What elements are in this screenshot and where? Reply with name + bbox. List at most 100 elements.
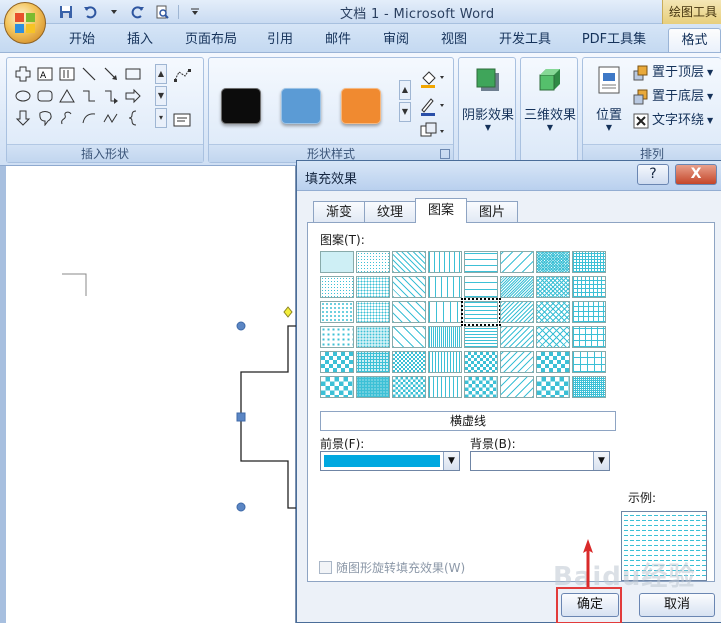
wave-shape-icon[interactable]: [101, 108, 121, 128]
pattern-swatch[interactable]: [500, 251, 534, 273]
pattern-swatch[interactable]: [500, 351, 534, 373]
pattern-swatch[interactable]: [572, 376, 606, 398]
document-page[interactable]: [6, 166, 296, 623]
pattern-swatch[interactable]: [356, 301, 390, 323]
pattern-swatch[interactable]: [572, 351, 606, 373]
shadow-effect-button[interactable]: 阴影效果 ▼: [461, 66, 515, 132]
pattern-swatch[interactable]: [320, 326, 354, 348]
gallery-down-icon[interactable]: ▼: [155, 86, 167, 106]
tab-page-layout[interactable]: 页面布局: [178, 28, 244, 52]
pattern-swatch[interactable]: [428, 276, 462, 298]
pattern-swatch[interactable]: [536, 376, 570, 398]
pattern-swatch[interactable]: [392, 301, 426, 323]
tab-references[interactable]: 引用: [258, 28, 302, 52]
down-arrow-shape-icon[interactable]: [13, 108, 33, 128]
elbow-arrow-connector-icon[interactable]: [101, 86, 121, 106]
brace-shape-icon[interactable]: [123, 108, 143, 128]
tab-pdf-tools[interactable]: PDF工具集: [574, 28, 654, 52]
cross-shape-icon[interactable]: [13, 64, 33, 84]
office-button[interactable]: [4, 2, 46, 44]
pattern-swatch[interactable]: [536, 326, 570, 348]
pattern-swatch[interactable]: [500, 326, 534, 348]
pattern-swatch[interactable]: [572, 251, 606, 273]
tab-home[interactable]: 开始: [60, 28, 104, 52]
rounded-rect-shape-icon[interactable]: [35, 86, 55, 106]
pattern-swatch[interactable]: [356, 351, 390, 373]
edit-shape-icon[interactable]: [173, 68, 193, 89]
pattern-swatch[interactable]: [461, 298, 501, 326]
pattern-swatch[interactable]: [428, 326, 462, 348]
shape-styles-launcher-icon[interactable]: [440, 149, 450, 159]
pattern-swatch[interactable]: [392, 326, 426, 348]
pattern-swatch[interactable]: [356, 326, 390, 348]
position-button[interactable]: 位置 ▼: [587, 66, 631, 132]
shape-style-black[interactable]: [221, 88, 261, 124]
pattern-swatch[interactable]: [320, 251, 354, 273]
rotate-with-shape-option[interactable]: 随图形旋转填充效果(W): [319, 559, 465, 576]
text-wrap-button[interactable]: 文字环绕 ▼: [633, 110, 713, 132]
pattern-swatch[interactable]: [572, 326, 606, 348]
pattern-swatch[interactable]: [464, 351, 498, 373]
rectangle-shape-icon[interactable]: [123, 64, 143, 84]
pattern-swatch[interactable]: [392, 251, 426, 273]
undo-dropdown-icon[interactable]: [104, 3, 124, 21]
pattern-swatch[interactable]: [500, 376, 534, 398]
foreground-color-select[interactable]: ▼: [320, 451, 460, 471]
tab-picture[interactable]: 图片: [466, 201, 519, 223]
arc-shape-icon[interactable]: [79, 108, 99, 128]
textbox-shape-icon[interactable]: A: [35, 64, 55, 84]
tab-review[interactable]: 审阅: [374, 28, 418, 52]
pattern-swatch[interactable]: [464, 276, 498, 298]
shape-fill-icon[interactable]: [419, 68, 445, 91]
redo-icon[interactable]: [128, 3, 148, 21]
tab-view[interactable]: 视图: [432, 28, 476, 52]
pattern-swatch[interactable]: [392, 276, 426, 298]
pattern-swatch[interactable]: [320, 301, 354, 323]
style-gallery-down-icon[interactable]: ▼: [399, 102, 411, 122]
pattern-swatch[interactable]: [536, 351, 570, 373]
elbow-connector-icon[interactable]: [79, 86, 99, 106]
tab-texture[interactable]: 纹理: [364, 201, 417, 223]
pattern-swatch[interactable]: [356, 251, 390, 273]
pattern-swatch[interactable]: [572, 301, 606, 323]
pattern-swatch[interactable]: [536, 251, 570, 273]
right-arrow-shape-icon[interactable]: [123, 86, 143, 106]
pattern-swatch[interactable]: [428, 301, 462, 323]
change-shape-icon[interactable]: [419, 122, 445, 143]
line-shape-icon[interactable]: [79, 64, 99, 84]
pattern-swatch[interactable]: [500, 301, 534, 323]
pattern-swatch[interactable]: [356, 376, 390, 398]
pattern-swatch[interactable]: [320, 351, 354, 373]
shape-outline-icon[interactable]: [419, 96, 445, 119]
cancel-button[interactable]: 取消: [639, 593, 715, 617]
tab-insert[interactable]: 插入: [118, 28, 162, 52]
gallery-more-icon[interactable]: ▾: [155, 108, 167, 128]
pattern-swatch[interactable]: [536, 276, 570, 298]
undo-icon[interactable]: [80, 3, 100, 21]
dialog-close-button[interactable]: X: [675, 164, 717, 185]
pattern-swatch[interactable]: [320, 276, 354, 298]
pattern-swatch[interactable]: [572, 276, 606, 298]
freeform-shape-icon[interactable]: [57, 108, 77, 128]
pattern-swatch[interactable]: [392, 376, 426, 398]
vertical-textbox-icon[interactable]: [57, 64, 77, 84]
bring-to-front-button[interactable]: 置于顶层 ▼: [633, 62, 713, 84]
pattern-swatch[interactable]: [356, 276, 390, 298]
tab-mailings[interactable]: 邮件: [316, 28, 360, 52]
send-to-back-button[interactable]: 置于底层 ▼: [633, 86, 713, 108]
pattern-swatch[interactable]: [392, 351, 426, 373]
pattern-swatch[interactable]: [500, 276, 534, 298]
tab-format[interactable]: 格式: [668, 28, 721, 52]
draw-textbox-icon[interactable]: [173, 112, 191, 131]
pattern-swatch[interactable]: [320, 376, 354, 398]
customize-arrow-icon[interactable]: [185, 3, 205, 21]
shape-style-blue[interactable]: [281, 88, 321, 124]
pattern-swatch[interactable]: [464, 376, 498, 398]
tab-pattern[interactable]: 图案: [415, 198, 468, 223]
tab-developer[interactable]: 开发工具: [490, 28, 560, 52]
style-gallery-up-icon[interactable]: ▲: [399, 80, 411, 100]
tab-gradient[interactable]: 渐变: [313, 201, 366, 223]
triangle-shape-icon[interactable]: [57, 86, 77, 106]
pattern-swatch[interactable]: [428, 351, 462, 373]
three-d-effect-button[interactable]: 三维效果 ▼: [523, 66, 577, 132]
